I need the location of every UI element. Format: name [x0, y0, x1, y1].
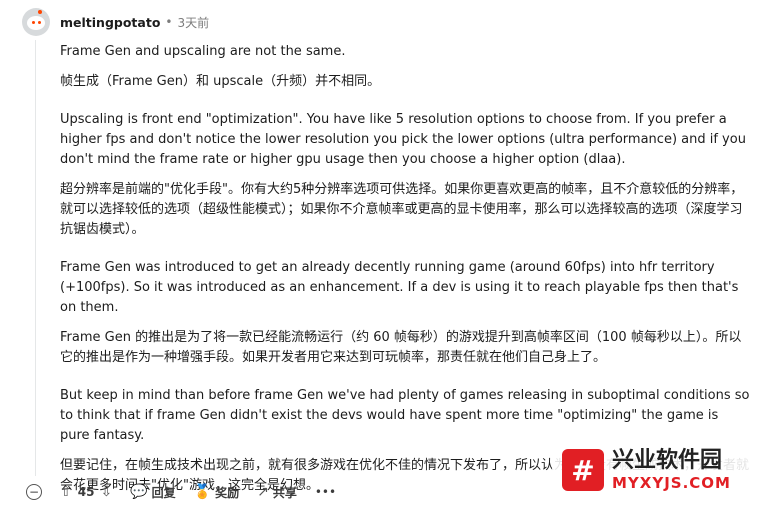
- comment-header: meltingpotato • 3天前: [22, 8, 209, 36]
- reply-button[interactable]: 💬 回复: [130, 484, 175, 501]
- more-options-label: •••: [314, 485, 337, 499]
- arrow-down-icon[interactable]: ⇩: [100, 485, 112, 499]
- watermark-logo: #: [562, 449, 604, 491]
- comment-paragraph: Frame Gen and upscaling are not the same…: [60, 44, 346, 59]
- share-label: 共享: [272, 485, 297, 500]
- watermark: # 兴业软件园 MYXYJS.COM: [552, 440, 764, 500]
- watermark-text: 兴业软件园 MYXYJS.COM: [612, 448, 731, 492]
- comment-paragraph: Frame Gen 的推出是为了将一款已经能流畅运行（约 60 帧每秒）的游戏提…: [60, 330, 742, 365]
- comment-paragraph: Frame Gen was introduced to get an alrea…: [60, 260, 739, 315]
- comment-body: Frame Gen and upscaling are not the same…: [60, 42, 750, 496]
- timestamp[interactable]: 3天前: [177, 14, 209, 31]
- avatar-eye: [38, 21, 41, 24]
- avatar-eye: [32, 21, 35, 24]
- avatar[interactable]: [22, 8, 50, 36]
- avatar-antenna: [38, 10, 42, 14]
- arrow-up-icon[interactable]: ⇧: [60, 485, 72, 499]
- share-button[interactable]: ↗ 共享: [257, 484, 297, 501]
- award-button[interactable]: 🏅 奖励: [194, 484, 239, 501]
- minus-circle-icon: −: [26, 484, 42, 500]
- comment-paragraph: But keep in mind than before frame Gen w…: [60, 388, 750, 443]
- reply-label: 回复: [151, 485, 176, 500]
- comment-paragraph: Upscaling is front end "optimization". Y…: [60, 112, 746, 167]
- watermark-text-cn: 兴业软件园: [612, 448, 723, 473]
- comment-action-bar: − ⇧ 45 ⇩ 💬 回复 🏅 奖励 ↗ 共享 •••: [26, 481, 354, 503]
- username[interactable]: meltingpotato: [60, 15, 160, 30]
- avatar-face: [27, 16, 45, 30]
- thread-line[interactable]: [35, 40, 36, 476]
- award-icon: 🏅: [193, 484, 212, 500]
- vote-group: ⇧ 45 ⇩: [60, 485, 112, 499]
- vote-score: 45: [77, 485, 95, 499]
- speech-bubble-icon: 💬: [130, 484, 148, 500]
- comment-paragraph: 超分辨率是前端的"优化手段"。你有大约5种分辨率选项可供选择。如果你更喜欢更高的…: [60, 182, 744, 237]
- collapse-button[interactable]: −: [26, 484, 42, 500]
- watermark-text-en: MYXYJS.COM: [612, 474, 731, 492]
- separator-dot: •: [165, 15, 173, 29]
- comment-paragraph: 帧生成（Frame Gen）和 upscale（升频）并不相同。: [60, 74, 381, 89]
- more-options-button[interactable]: •••: [315, 485, 336, 499]
- share-icon: ↗: [257, 484, 269, 500]
- award-label: 奖励: [215, 485, 240, 500]
